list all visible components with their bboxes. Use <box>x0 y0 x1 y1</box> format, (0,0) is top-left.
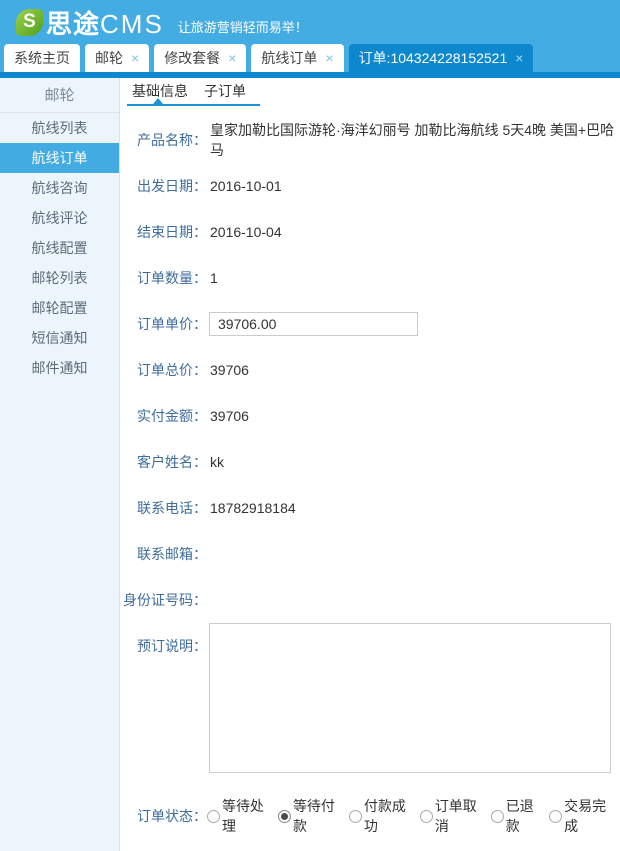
window-tab-label: 邮轮 <box>95 48 123 68</box>
form-label-customer-name: 客户姓名： <box>120 452 207 472</box>
form-label-contact-email: 联系邮箱： <box>120 544 207 564</box>
radio-icon[interactable] <box>349 810 362 823</box>
main-content: 基础信息子订单 产品名称：皇家加勒比国际游轮·海洋幻丽号 加勒比海航线 5天4晚… <box>120 78 620 851</box>
form-label-order-status: 订单状态： <box>120 806 207 826</box>
logo-name: 思途 <box>46 4 100 41</box>
close-icon[interactable]: × <box>131 50 139 66</box>
form-label-order-qty: 订单数量： <box>120 268 207 288</box>
form-row-unit-price: 订单单价： <box>120 301 620 347</box>
radio-option[interactable]: 等待处理 <box>207 796 271 836</box>
window-tab[interactable]: 订单:104324228152521 × <box>349 44 534 72</box>
logo-tagline: 让旅游营销轻而易举！ <box>178 9 308 36</box>
unit-price-input[interactable] <box>209 312 418 336</box>
form-value-order-qty: 1 <box>207 270 218 286</box>
window-tab-label: 修改套餐 <box>164 48 220 68</box>
radio-label: 交易完成 <box>564 796 613 836</box>
radio-label: 付款成功 <box>364 796 413 836</box>
sidebar-item[interactable]: 航线咨询 <box>0 173 119 203</box>
sidebar-item[interactable]: 航线配置 <box>0 233 119 263</box>
window-tab[interactable]: 系统主页 <box>4 44 80 72</box>
form-row-customer-name: 客户姓名：kk <box>120 439 620 485</box>
sidebar-items: 航线列表航线订单航线咨询航线评论航线配置邮轮列表邮轮配置短信通知邮件通知 <box>0 113 119 383</box>
sidebar-item[interactable]: 航线列表 <box>0 113 119 143</box>
form-label-unit-price: 订单单价： <box>120 314 207 334</box>
active-tab-caret <box>153 98 163 104</box>
order-form: 产品名称：皇家加勒比国际游轮·海洋幻丽号 加勒比海航线 5天4晚 美国+巴哈马出… <box>120 117 620 839</box>
window-tab[interactable]: 邮轮 × <box>85 44 149 72</box>
form-label-id-number: 身份证号码： <box>120 590 207 610</box>
radio-label: 等待付款 <box>293 796 342 836</box>
form-row-product-name: 产品名称：皇家加勒比国际游轮·海洋幻丽号 加勒比海航线 5天4晚 美国+巴哈马 <box>120 117 620 163</box>
radio-label: 已退款 <box>506 796 542 836</box>
radio-option[interactable]: 付款成功 <box>349 796 413 836</box>
form-row-contact-email: 联系邮箱： <box>120 531 620 577</box>
radio-label: 订单取消 <box>435 796 484 836</box>
form-value-contact-phone: 18782918184 <box>207 500 296 516</box>
form-row-end-date: 结束日期：2016-10-04 <box>120 209 620 255</box>
sidebar-item[interactable]: 航线评论 <box>0 203 119 233</box>
form-value-customer-name: kk <box>207 454 224 470</box>
form-row-contact-phone: 联系电话：18782918184 <box>120 485 620 531</box>
form-label-product-name: 产品名称： <box>120 130 207 150</box>
form-label-contact-phone: 联系电话： <box>120 498 207 518</box>
content-tab[interactable]: 子订单 <box>204 81 246 101</box>
window-tab-label: 系统主页 <box>14 48 70 68</box>
top-banner: S 思途 CMS 让旅游营销轻而易举！ <box>0 0 620 44</box>
radio-option[interactable]: 交易完成 <box>549 796 613 836</box>
radio-option[interactable]: 订单取消 <box>420 796 484 836</box>
radio-icon[interactable] <box>420 810 433 823</box>
form-row-paid-amount: 实付金额：39706 <box>120 393 620 439</box>
radio-label: 等待处理 <box>222 796 271 836</box>
radio-icon[interactable] <box>491 810 504 823</box>
form-row-order-status: 订单状态：等待处理等待付款付款成功订单取消已退款交易完成 <box>120 793 620 839</box>
form-value-end-date: 2016-10-04 <box>207 224 282 240</box>
sidebar: 邮轮 航线列表航线订单航线咨询航线评论航线配置邮轮列表邮轮配置短信通知邮件通知 <box>0 78 120 851</box>
order-status-radios: 等待处理等待付款付款成功订单取消已退款交易完成 <box>207 796 620 836</box>
window-tabs: 系统主页 邮轮 × 修改套餐 × 航线订单 × 订单:104324228152521 × <box>0 44 620 72</box>
sidebar-item[interactable]: 邮轮列表 <box>0 263 119 293</box>
window-tab-label: 航线订单 <box>261 48 317 68</box>
window-tab-label: 订单:104324228152521 <box>359 48 508 68</box>
window-tab[interactable]: 修改套餐 × <box>154 44 246 72</box>
form-value-total-price: 39706 <box>207 362 249 378</box>
form-label-end-date: 结束日期： <box>120 222 207 242</box>
form-row-booking-note: 预订说明： <box>120 623 620 773</box>
form-label-booking-note: 预订说明： <box>120 636 207 656</box>
form-row-depart-date: 出发日期：2016-10-01 <box>120 163 620 209</box>
form-value-product-name: 皇家加勒比国际游轮·海洋幻丽号 加勒比海航线 5天4晚 美国+巴哈马 <box>207 120 620 160</box>
form-label-total-price: 订单总价： <box>120 360 207 380</box>
app-logo: S 思途 CMS 让旅游营销轻而易举！ <box>16 4 308 41</box>
sidebar-item[interactable]: 航线订单 <box>0 143 119 173</box>
sidebar-item[interactable]: 邮轮配置 <box>0 293 119 323</box>
close-icon[interactable]: × <box>325 50 333 66</box>
close-icon[interactable]: × <box>228 50 236 66</box>
sidebar-item[interactable]: 邮件通知 <box>0 353 119 383</box>
radio-icon[interactable] <box>549 810 562 823</box>
logo-cms: CMS <box>100 9 164 40</box>
booking-note-textarea[interactable] <box>209 623 611 773</box>
form-row-order-qty: 订单数量：1 <box>120 255 620 301</box>
form-label-depart-date: 出发日期： <box>120 176 207 196</box>
form-row-total-price: 订单总价：39706 <box>120 347 620 393</box>
sidebar-item[interactable]: 短信通知 <box>0 323 119 353</box>
form-value-paid-amount: 39706 <box>207 408 249 424</box>
radio-icon[interactable] <box>207 810 220 823</box>
form-label-paid-amount: 实付金额： <box>120 406 207 426</box>
radio-icon[interactable] <box>278 810 291 823</box>
radio-option[interactable]: 已退款 <box>491 796 542 836</box>
sidebar-title: 邮轮 <box>0 78 119 113</box>
window-tab[interactable]: 航线订单 × <box>251 44 343 72</box>
logo-icon: S <box>16 9 43 36</box>
form-row-id-number: 身份证号码： <box>120 577 620 623</box>
form-value-depart-date: 2016-10-01 <box>207 178 282 194</box>
content-tabs: 基础信息子订单 <box>127 78 260 106</box>
close-icon[interactable]: × <box>515 50 523 66</box>
radio-option[interactable]: 等待付款 <box>278 796 342 836</box>
